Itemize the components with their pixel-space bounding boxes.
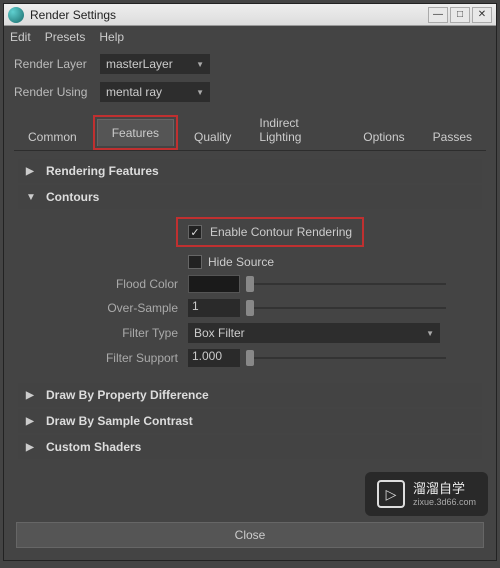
tab-quality[interactable]: Quality bbox=[180, 124, 245, 150]
app-icon bbox=[8, 7, 24, 23]
hide-source-checkbox[interactable] bbox=[188, 255, 202, 269]
tab-common[interactable]: Common bbox=[14, 124, 91, 150]
close-button[interactable]: Close bbox=[16, 522, 484, 548]
chevron-down-icon: ▼ bbox=[196, 60, 204, 69]
triangle-right-icon: ▶ bbox=[26, 442, 36, 453]
enable-contour-checkbox[interactable]: ✓ bbox=[188, 225, 202, 239]
triangle-right-icon: ▶ bbox=[26, 416, 36, 427]
window-title: Render Settings bbox=[30, 8, 428, 22]
triangle-right-icon: ▶ bbox=[26, 390, 36, 401]
menubar: Edit Presets Help bbox=[4, 26, 496, 48]
triangle-down-icon: ▼ bbox=[26, 192, 36, 203]
render-using-dropdown[interactable]: mental ray ▼ bbox=[100, 82, 210, 102]
watermark: ▷ 溜溜自学 zixue.3d66.com bbox=[365, 472, 488, 516]
play-icon: ▷ bbox=[377, 480, 405, 508]
contours-body: ✓ Enable Contour Rendering Hide Source F… bbox=[18, 211, 482, 383]
flood-color-label: Flood Color bbox=[26, 277, 188, 291]
highlight-enable-contour: ✓ Enable Contour Rendering bbox=[176, 217, 364, 247]
over-sample-slider[interactable] bbox=[246, 299, 446, 317]
filter-support-label: Filter Support bbox=[26, 351, 188, 365]
section-rendering-features[interactable]: ▶ Rendering Features bbox=[18, 159, 482, 183]
over-sample-label: Over-Sample bbox=[26, 301, 188, 315]
tab-options[interactable]: Options bbox=[349, 124, 418, 150]
filter-type-dropdown[interactable]: Box Filter ▼ bbox=[188, 323, 440, 343]
tabs: Common Features Quality Indirect Lightin… bbox=[14, 110, 486, 151]
over-sample-field[interactable]: 1 bbox=[188, 299, 240, 317]
section-contours[interactable]: ▼ Contours bbox=[18, 185, 482, 209]
section-custom-shaders[interactable]: ▶ Custom Shaders bbox=[18, 435, 482, 459]
filter-support-slider[interactable] bbox=[246, 349, 446, 367]
flood-color-swatch[interactable] bbox=[188, 275, 240, 293]
flood-color-slider[interactable] bbox=[246, 275, 446, 293]
section-draw-by-property[interactable]: ▶ Draw By Property Difference bbox=[18, 383, 482, 407]
filter-type-label: Filter Type bbox=[26, 326, 188, 340]
triangle-right-icon: ▶ bbox=[26, 166, 36, 177]
hide-source-label: Hide Source bbox=[208, 255, 274, 269]
render-layer-label: Render Layer bbox=[14, 57, 94, 71]
render-settings-window: Render Settings — □ ✕ Edit Presets Help … bbox=[3, 3, 497, 561]
tab-features[interactable]: Features bbox=[97, 119, 174, 146]
enable-contour-label: Enable Contour Rendering bbox=[210, 225, 352, 239]
minimize-button[interactable]: — bbox=[428, 7, 448, 23]
maximize-button[interactable]: □ bbox=[450, 7, 470, 23]
menu-help[interactable]: Help bbox=[99, 30, 124, 44]
render-using-label: Render Using bbox=[14, 85, 94, 99]
watermark-sub: zixue.3d66.com bbox=[413, 497, 476, 507]
titlebar[interactable]: Render Settings — □ ✕ bbox=[4, 4, 496, 26]
tab-passes[interactable]: Passes bbox=[419, 124, 486, 150]
highlight-features-tab: Features bbox=[93, 115, 178, 150]
close-window-button[interactable]: ✕ bbox=[472, 7, 492, 23]
tab-indirect-lighting[interactable]: Indirect Lighting bbox=[245, 110, 349, 150]
chevron-down-icon: ▼ bbox=[196, 88, 204, 97]
render-layer-dropdown[interactable]: masterLayer ▼ bbox=[100, 54, 210, 74]
chevron-down-icon: ▼ bbox=[426, 329, 434, 338]
filter-support-field[interactable]: 1.000 bbox=[188, 349, 240, 367]
section-draw-by-sample[interactable]: ▶ Draw By Sample Contrast bbox=[18, 409, 482, 433]
menu-presets[interactable]: Presets bbox=[45, 30, 86, 44]
menu-edit[interactable]: Edit bbox=[10, 30, 31, 44]
watermark-text: 溜溜自学 bbox=[413, 481, 476, 497]
